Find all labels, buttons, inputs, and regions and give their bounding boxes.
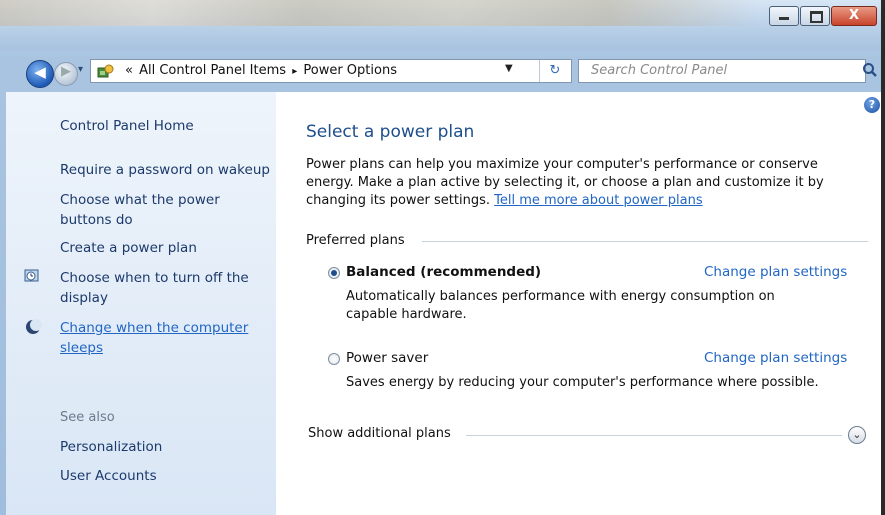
sidebar-item-user-accounts[interactable]: User Accounts	[60, 466, 157, 486]
power-saver-change-settings-link[interactable]: Change plan settings	[704, 350, 847, 366]
close-icon: X	[848, 8, 860, 23]
intro-paragraph: Power plans can help you maximize your c…	[306, 156, 856, 210]
refresh-icon: ↻	[549, 63, 561, 78]
minimize-icon	[779, 17, 789, 20]
refresh-button[interactable]: ↻	[539, 60, 570, 82]
preferred-plans-divider	[422, 241, 868, 242]
search-icon[interactable]	[862, 62, 878, 78]
additional-plans-label[interactable]: Show additional plans	[308, 426, 451, 441]
plan-power-saver-name[interactable]: Power saver	[346, 350, 428, 366]
radio-power-saver[interactable]	[328, 353, 340, 365]
address-dropdown-icon[interactable]: ▼	[505, 63, 513, 74]
preferred-plans-label: Preferred plans	[306, 233, 405, 248]
sidebar-item-computer-sleeps[interactable]: Change when the computer sleeps	[60, 318, 260, 358]
breadcrumb-power-options[interactable]: Power Options	[303, 63, 397, 78]
sidebar-item-turn-off-display[interactable]: Choose when to turn off the display	[60, 268, 260, 308]
window-controls: X	[768, 6, 877, 26]
chevron-down-icon: ⌄	[852, 428, 862, 441]
address-bar[interactable]: « All Control Panel Items ▸ Power Option…	[90, 59, 572, 83]
sidebar-item-power-buttons[interactable]: Choose what the power buttons do	[60, 190, 260, 230]
page-title: Select a power plan	[306, 122, 475, 142]
recent-pages-dropdown-icon[interactable]: ▾	[78, 64, 83, 75]
sidebar-item-create-plan[interactable]: Create a power plan	[60, 238, 197, 258]
breadcrumb: « All Control Panel Items ▸ Power Option…	[125, 63, 399, 78]
maximize-icon	[810, 11, 823, 23]
minimize-button[interactable]	[769, 6, 799, 26]
plan-balanced-desc: Automatically balances performance with …	[346, 289, 775, 322]
title-bar: X	[0, 0, 885, 50]
breadcrumb-overflow[interactable]: «	[125, 63, 133, 78]
sidebar-item-personalization[interactable]: Personalization	[60, 437, 162, 457]
balanced-change-settings-link[interactable]: Change plan settings	[704, 264, 847, 280]
breadcrumb-all-items[interactable]: All Control Panel Items	[139, 63, 286, 78]
close-button[interactable]: X	[831, 6, 877, 26]
help-icon[interactable]: ?	[864, 97, 880, 113]
control-panel-icon	[97, 64, 114, 78]
sleep-moon-icon	[26, 319, 42, 334]
tell-me-more-link[interactable]: Tell me more about power plans	[494, 193, 702, 208]
display-timer-icon	[24, 269, 39, 282]
expand-additional-plans-button[interactable]: ⌄	[848, 426, 866, 444]
forward-button[interactable]: ▶	[54, 62, 78, 86]
blurred-taskbar-strip	[0, 0, 760, 26]
back-button[interactable]: ◀	[26, 60, 54, 88]
plan-power-saver-desc: Saves energy by reducing your computer's…	[346, 375, 819, 390]
maximize-button[interactable]	[800, 6, 830, 26]
window-frame-edge	[881, 0, 885, 515]
breadcrumb-separator-icon[interactable]: ▸	[292, 66, 297, 77]
see-also-label: See also	[60, 410, 115, 425]
forward-arrow-icon: ▶	[61, 64, 71, 79]
sidebar-item-control-panel-home[interactable]: Control Panel Home	[60, 116, 194, 136]
plan-balanced-name[interactable]: Balanced (recommended)	[346, 264, 541, 280]
additional-plans-divider	[466, 435, 842, 436]
search-input[interactable]: Search Control Panel	[578, 59, 866, 83]
radio-balanced[interactable]	[328, 267, 340, 279]
back-arrow-icon: ◀	[34, 63, 46, 81]
window: X ◀ ▶ ▾ « All Control Panel Items ▸ Powe…	[0, 0, 885, 515]
sidebar-item-require-password[interactable]: Require a password on wakeup	[60, 160, 270, 180]
